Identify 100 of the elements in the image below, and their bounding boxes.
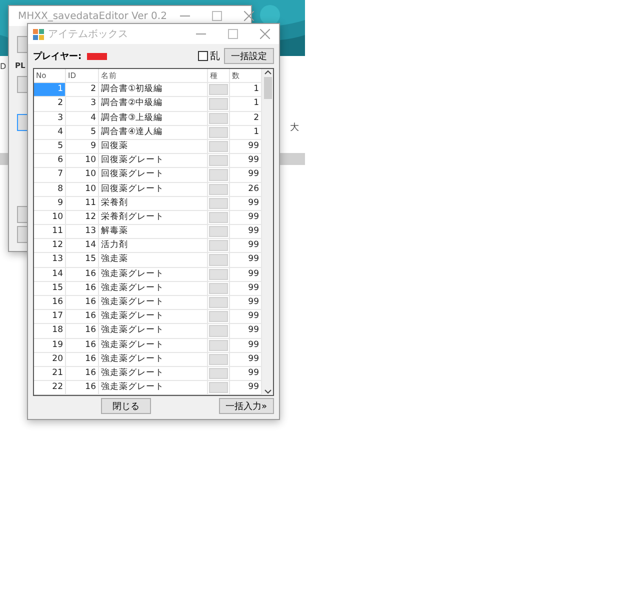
maximize-icon[interactable] — [212, 11, 222, 21]
cell-button[interactable] — [209, 268, 228, 280]
cell-button[interactable] — [209, 368, 228, 380]
maximize-icon[interactable] — [228, 29, 238, 39]
table-cell: 99 — [230, 168, 262, 182]
table-cell: 16 — [66, 310, 99, 324]
row-number[interactable]: 9 — [34, 196, 66, 211]
table-cell: 回復薬グレート — [99, 168, 208, 182]
row-number[interactable]: 17 — [34, 310, 66, 324]
table-cell: 1 — [230, 97, 262, 112]
table-cell: 99 — [230, 239, 262, 254]
table-cell: 調合書④達人編 — [99, 126, 208, 140]
table-cell: 16 — [66, 338, 99, 353]
table-cell: 強走薬 — [99, 253, 208, 268]
table-cell: 99 — [230, 253, 262, 268]
cell-button[interactable] — [209, 98, 228, 110]
cell-button[interactable] — [209, 382, 228, 394]
cell-button[interactable] — [209, 84, 228, 96]
table-cell: 調合書②中級編 — [99, 97, 208, 112]
table-cell: 14 — [66, 239, 99, 254]
table-cell: 16 — [66, 282, 99, 296]
row-number[interactable]: 7 — [34, 168, 66, 182]
table-cell: 解毒薬 — [99, 225, 208, 240]
table-cell: 調合書①初級編 — [99, 83, 208, 98]
table-cell: 10 — [66, 168, 99, 182]
table-cell: 99 — [230, 296, 262, 310]
table-cell: 99 — [230, 225, 262, 240]
table-cell: 99 — [230, 381, 262, 396]
dialog-title: アイテムボックス — [48, 28, 129, 41]
scroll-down-icon[interactable] — [264, 387, 272, 396]
cell-button[interactable] — [209, 325, 228, 337]
insert-all-button[interactable]: 一括入力» — [218, 398, 274, 414]
table-cell: 99 — [230, 338, 262, 353]
table-cell: 1 — [230, 126, 262, 140]
table-cell: 調合書③上級編 — [99, 112, 208, 126]
set-all-button[interactable]: 一括設定 — [224, 48, 274, 64]
window-title: MHXX_savedataEditor Ver 0.2 — [18, 10, 167, 22]
row-number[interactable]: 6 — [34, 154, 66, 168]
table-cell: 99 — [230, 268, 262, 282]
cell-button[interactable] — [209, 126, 228, 138]
scroll-up-icon[interactable] — [264, 69, 272, 77]
row-number[interactable]: 20 — [34, 352, 66, 367]
cell-button[interactable] — [209, 254, 228, 266]
cell-button[interactable] — [209, 198, 228, 209]
table-cell: 16 — [66, 268, 99, 282]
row-number[interactable]: 22 — [34, 381, 66, 396]
cell-button[interactable] — [209, 340, 228, 351]
row-number[interactable]: 18 — [34, 324, 66, 339]
table-cell: 16 — [66, 352, 99, 367]
row-number[interactable]: 14 — [34, 268, 66, 282]
close-icon[interactable] — [244, 11, 254, 21]
table-cell: 16 — [66, 296, 99, 310]
table-cell: 99 — [230, 282, 262, 296]
cell-button[interactable] — [209, 155, 228, 166]
table-cell: 99 — [230, 310, 262, 324]
row-number[interactable]: 4 — [34, 126, 66, 140]
row-number[interactable]: 21 — [34, 366, 66, 382]
close-button[interactable]: 閉じる — [100, 398, 151, 414]
table-cell: 強走薬グレート — [99, 366, 208, 382]
table-cell: 11 — [66, 196, 99, 211]
table-cell: 10 — [66, 154, 99, 168]
cell-button[interactable] — [209, 240, 228, 252]
row-number[interactable]: 2 — [34, 97, 66, 112]
table-cell: 強走薬グレート — [99, 338, 208, 353]
table-cell: 強走薬グレート — [99, 282, 208, 296]
cell-button[interactable] — [209, 354, 228, 365]
cell-button[interactable] — [209, 311, 228, 322]
cell-button[interactable] — [209, 112, 228, 124]
row-number[interactable]: 15 — [34, 282, 66, 296]
cell-button[interactable] — [209, 184, 228, 195]
redaction-mark — [86, 51, 108, 61]
cell-button[interactable] — [209, 282, 228, 294]
table-cell: 回復薬 — [99, 140, 208, 154]
scroll-thumb[interactable] — [264, 77, 272, 99]
table-cell: 1 — [230, 83, 262, 98]
table-cell: 12 — [66, 210, 99, 226]
table-cell: 16 — [66, 366, 99, 382]
row-number[interactable]: 12 — [34, 239, 66, 254]
cut-off-label: 大 — [290, 122, 299, 134]
table-cell: 強走薬グレート — [99, 268, 208, 282]
random-checkbox[interactable]: 乱 — [198, 49, 220, 63]
table-cell: 栄養剤 — [99, 196, 208, 211]
table-cell: 5 — [66, 126, 99, 140]
cut-off-label: D — [0, 62, 6, 71]
close-icon[interactable] — [260, 29, 270, 39]
cell-button[interactable] — [209, 297, 228, 308]
row-number[interactable]: 3 — [34, 112, 66, 126]
row-number[interactable]: 19 — [34, 338, 66, 353]
row-number[interactable]: 16 — [34, 296, 66, 310]
table-cell: 3 — [66, 97, 99, 112]
row-number[interactable]: 13 — [34, 253, 66, 268]
cell-button[interactable] — [209, 140, 228, 152]
table-cell: 回復薬グレート — [99, 182, 208, 197]
row-number[interactable]: 11 — [34, 225, 66, 240]
cell-button[interactable] — [209, 169, 228, 180]
row-number[interactable]: 8 — [34, 182, 66, 197]
cell-button[interactable] — [209, 212, 228, 224]
row-number[interactable]: 10 — [34, 210, 66, 226]
cell-button[interactable] — [209, 226, 228, 238]
row-number[interactable]: 5 — [34, 140, 66, 154]
